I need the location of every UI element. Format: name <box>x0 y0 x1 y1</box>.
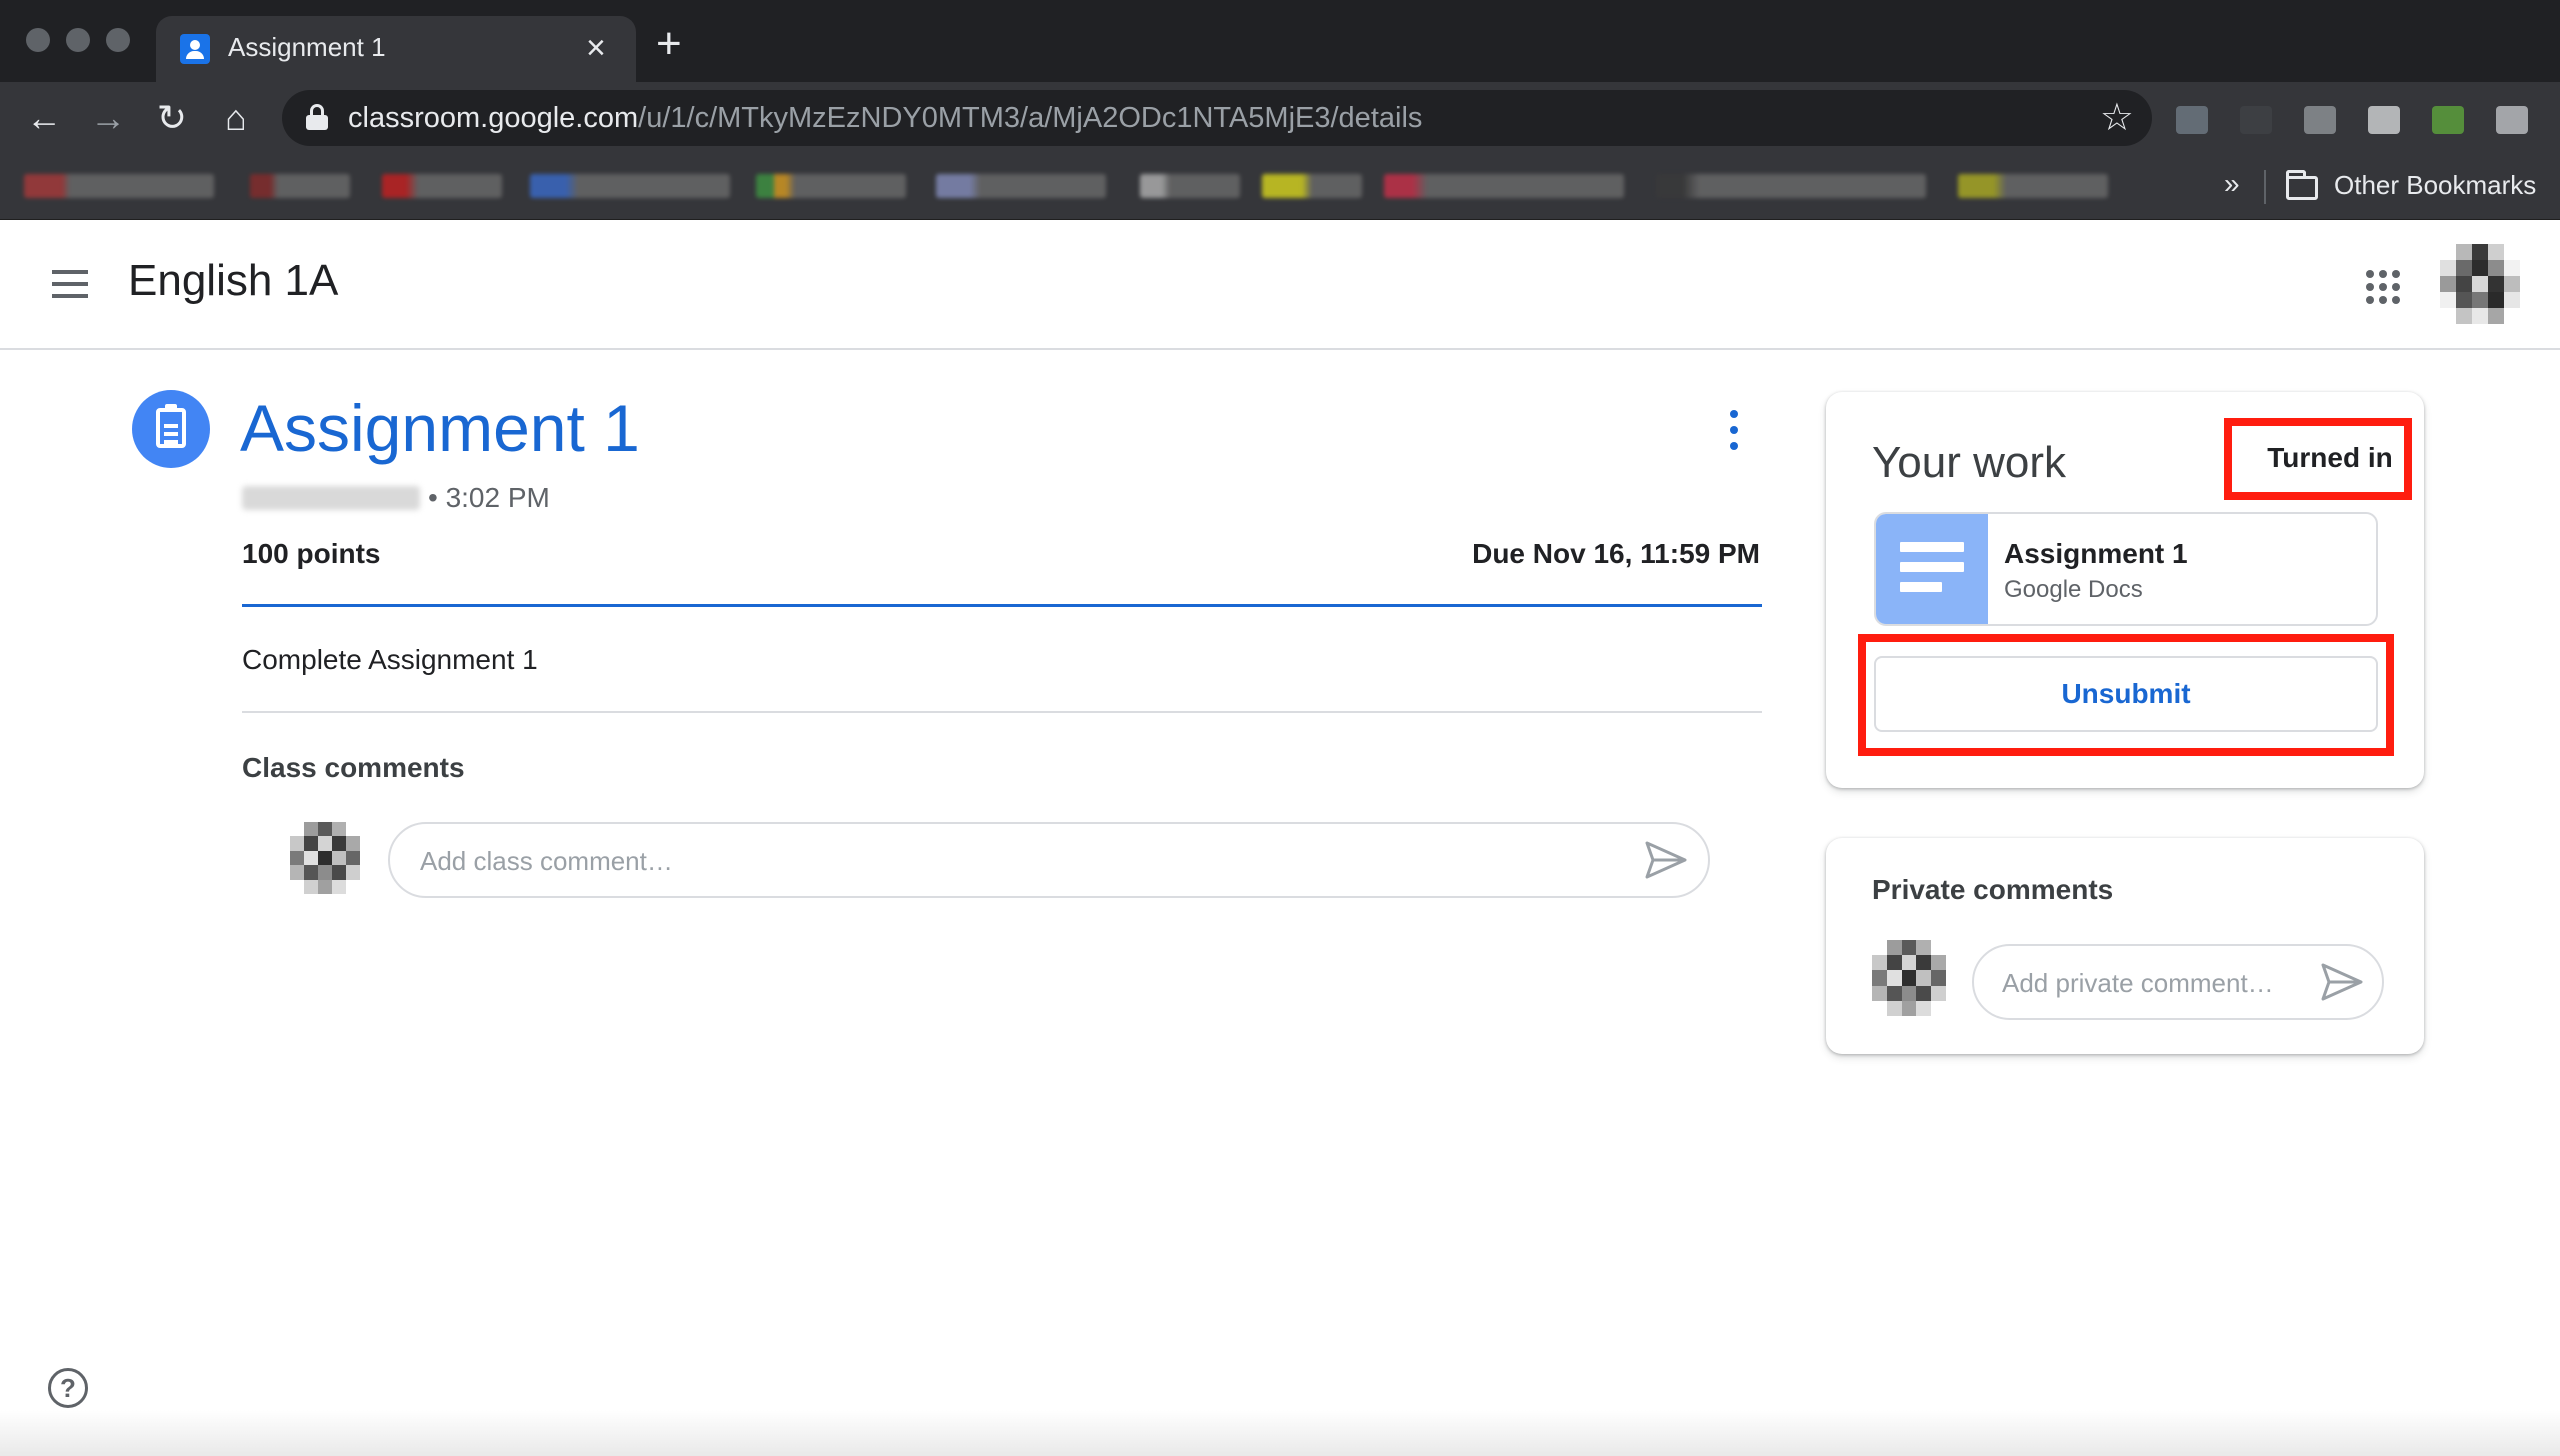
extension-icon[interactable] <box>2368 106 2400 134</box>
points-value: 100 points <box>242 538 381 569</box>
bookmarks-bar: » Other Bookmarks <box>0 154 2560 220</box>
blurred-bookmark[interactable] <box>1140 174 1240 198</box>
blurred-bookmark[interactable] <box>1384 174 1624 198</box>
blurred-bookmark[interactable] <box>24 174 214 198</box>
unsubmit-highlight-box <box>1858 634 2394 756</box>
send-icon[interactable] <box>1644 840 1688 880</box>
blurred-bookmark[interactable] <box>1262 174 1362 198</box>
class-name[interactable]: English 1A <box>128 256 338 306</box>
forward-arrow-icon[interactable]: → <box>88 98 128 138</box>
class-comments-heading: Class comments <box>242 752 465 783</box>
account-avatar[interactable] <box>2440 244 2520 324</box>
other-bookmarks-link[interactable]: Other Bookmarks <box>2334 170 2536 201</box>
bookmark-star-icon[interactable]: ☆ <box>2100 96 2134 140</box>
attachment-card[interactable]: Assignment 1 Google Docs <box>1874 512 2378 626</box>
extension-icon[interactable] <box>2304 106 2336 134</box>
posted-time: • 3:02 PM <box>428 482 550 513</box>
send-icon[interactable] <box>2320 962 2364 1002</box>
url-host: classroom.google.com <box>348 102 639 134</box>
assignment-clipboard-icon <box>132 390 210 468</box>
bottom-shadow <box>0 1410 2560 1456</box>
window-close-control[interactable] <box>26 28 50 52</box>
blurred-bookmark[interactable] <box>530 174 730 198</box>
home-icon[interactable]: ⌂ <box>216 98 256 138</box>
main-menu-icon[interactable] <box>52 270 92 300</box>
window-minimize-control[interactable] <box>66 28 90 52</box>
more-options-icon[interactable] <box>1728 410 1740 450</box>
status-highlight-box <box>2224 418 2412 500</box>
blurred-bookmark[interactable] <box>936 174 1106 198</box>
your-work-card: Your work Turned in Assignment 1 Google … <box>1826 392 2424 788</box>
blurred-bookmark[interactable] <box>1958 174 2108 198</box>
browser-tab[interactable]: Assignment 1 × <box>156 16 636 82</box>
browser-titlebar: Assignment 1 × + <box>0 0 2560 82</box>
google-docs-icon <box>1876 514 1988 624</box>
blurred-bookmark[interactable] <box>382 174 502 198</box>
help-icon[interactable]: ? <box>48 1368 88 1408</box>
extension-icon[interactable] <box>2432 106 2464 134</box>
section-divider <box>242 711 1762 713</box>
assignment-instructions: Complete Assignment 1 <box>242 644 538 675</box>
url-text[interactable]: classroom.google.com/u/1/c/MTkyMzEzNDY0M… <box>348 102 1422 135</box>
url-path: /u/1/c/MTkyMzEzNDY0MTM3/a/MjA2ODc1NTA5Mj… <box>638 102 1423 134</box>
google-apps-icon[interactable] <box>2366 270 2400 304</box>
back-arrow-icon[interactable]: ← <box>24 98 64 138</box>
class-comment-box[interactable] <box>388 822 1710 898</box>
address-bar[interactable]: classroom.google.com/u/1/c/MTkyMzEzNDY0M… <box>282 90 2152 146</box>
private-comment-input[interactable] <box>2002 964 2322 1002</box>
class-comment-input[interactable] <box>420 842 1600 880</box>
private-comments-card: Private comments <box>1826 838 2424 1054</box>
new-tab-icon[interactable]: + <box>656 22 682 66</box>
extension-icon[interactable] <box>2176 106 2208 134</box>
extension-icon[interactable] <box>2496 106 2528 134</box>
commenter-avatar <box>290 822 360 894</box>
blurred-bookmark[interactable] <box>250 174 350 198</box>
private-commenter-avatar <box>1872 940 1946 1016</box>
tab-title: Assignment 1 <box>228 32 386 62</box>
private-comments-heading: Private comments <box>1872 874 2114 905</box>
blurred-bookmark[interactable] <box>756 174 906 198</box>
classroom-favicon-icon <box>180 34 210 64</box>
blurred-bookmark[interactable] <box>1656 174 1926 198</box>
bookmarks-divider <box>2264 170 2266 204</box>
close-tab-icon[interactable]: × <box>586 26 606 70</box>
lock-icon <box>306 104 328 130</box>
folder-icon <box>2286 170 2318 200</box>
due-date: Due Nov 16, 11:59 PM <box>1472 538 1760 569</box>
author-name-blurred <box>242 486 420 510</box>
classroom-header: English 1A <box>0 220 2560 350</box>
attachment-title: Assignment 1 <box>2004 538 2188 569</box>
bookmarks-overflow-icon[interactable]: » <box>2224 168 2240 200</box>
header-divider <box>242 604 1762 607</box>
reload-icon[interactable]: ↻ <box>152 98 192 138</box>
attachment-type: Google Docs <box>2004 576 2143 603</box>
window-zoom-control[interactable] <box>106 28 130 52</box>
extension-icon[interactable] <box>2240 106 2272 134</box>
private-comment-box[interactable] <box>1972 944 2384 1020</box>
assignment-title: Assignment 1 <box>240 391 640 465</box>
browser-toolbar: ← → ↻ ⌂ classroom.google.com/u/1/c/MTkyM… <box>0 82 2560 154</box>
your-work-heading: Your work <box>1872 438 2067 487</box>
